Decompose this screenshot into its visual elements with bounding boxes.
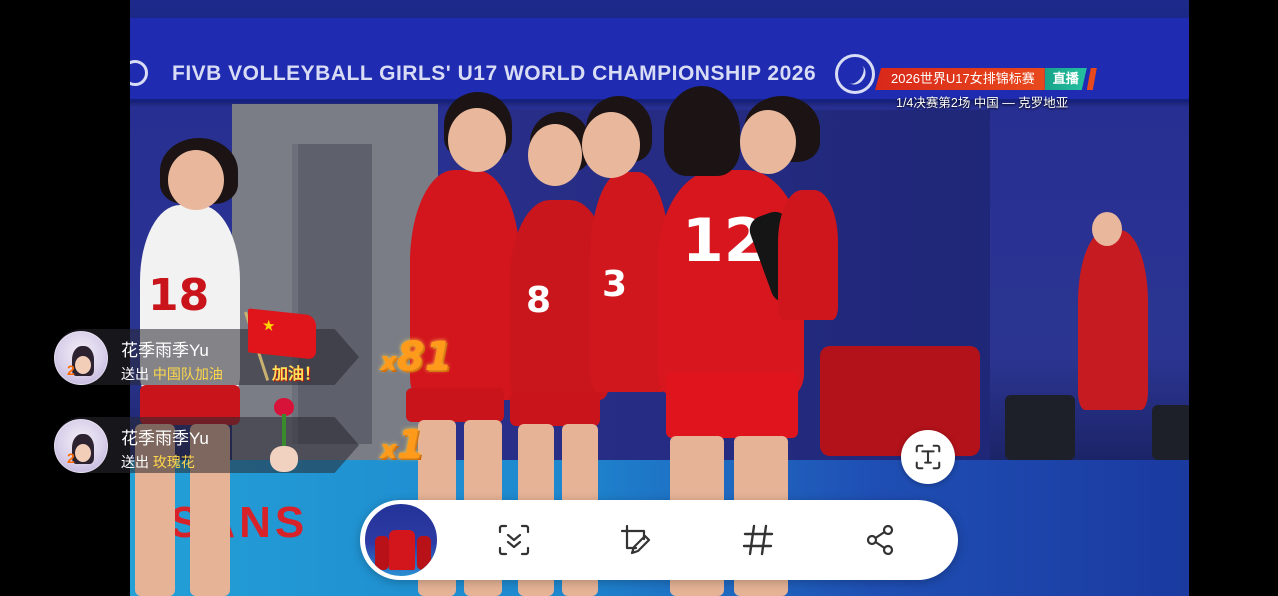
avatar-badge: 2 — [67, 362, 75, 378]
gift-name: 中国队加油 — [152, 366, 223, 382]
hashtag-button[interactable] — [738, 520, 778, 560]
jersey-number: 3 — [602, 264, 628, 305]
live-tag-edge — [1086, 68, 1097, 90]
scroll-capture-button[interactable] — [494, 520, 534, 560]
jersey-number: 18 — [148, 270, 210, 321]
text-recognition-icon — [915, 444, 941, 470]
gift-count: x81 — [380, 334, 452, 380]
share-button[interactable] — [860, 520, 900, 560]
player-hair — [664, 86, 740, 176]
arena-banner-text: FIVB VOLLEYBALL GIRLS' U17 WORLD CHAMPIO… — [172, 62, 817, 85]
gift-action: 送出 — [121, 366, 149, 382]
player-shorts — [406, 388, 504, 422]
edit-crop-icon — [620, 524, 651, 555]
gift-count-prefix: x — [380, 435, 397, 465]
edit-crop-button[interactable] — [616, 520, 656, 560]
scroll-capture-icon — [498, 524, 530, 556]
gift-count-prefix: x — [380, 347, 397, 377]
gift-action: 送出 — [121, 454, 149, 470]
gift-image-label: 加油！ — [272, 366, 321, 383]
fivb-logo-left — [130, 60, 148, 86]
player-head — [740, 110, 796, 174]
screen: FIVB VOLLEYBALL GIRLS' U17 WORLD CHAMPIO… — [0, 0, 1278, 596]
avatar-badge: 2 — [67, 450, 75, 466]
match-info: 1/4决赛第2场 中国 — 克罗地亚 — [896, 96, 1069, 110]
live-event-badge: 2026世界U17女排锦标赛 直播 — [875, 68, 1097, 90]
avatar[interactable]: 2 — [54, 419, 108, 473]
player-red-jersey — [778, 190, 838, 320]
rose-gift-icon — [268, 398, 300, 474]
coach-figure — [1078, 230, 1148, 410]
bench-chair — [1005, 395, 1075, 460]
player-head — [528, 124, 582, 186]
avatar[interactable]: 2 — [54, 331, 108, 385]
player-head — [168, 150, 224, 210]
gift-count: x1 — [380, 422, 425, 468]
gift-count-value: 1 — [396, 422, 425, 468]
screenshot-toolbar — [360, 500, 958, 580]
gift-count-value: 81 — [396, 334, 453, 380]
gift-sender-name: 花季雨季Yu — [121, 429, 209, 448]
fivb-logo — [835, 54, 875, 94]
live-tag: 直播 — [1044, 68, 1087, 90]
gift-description: 送出 玫瑰花 — [121, 452, 195, 472]
player-shorts — [666, 372, 798, 438]
china-flag-gift-icon: ★ 加油！ — [240, 308, 330, 383]
coach-head — [1092, 212, 1122, 246]
gift-description: 送出 中国队加油 — [121, 364, 223, 384]
share-icon — [866, 524, 894, 556]
bench-chair — [1152, 405, 1189, 460]
player-head — [448, 108, 506, 172]
bench-jacket — [820, 346, 980, 456]
gift-sender-name: 花季雨季Yu — [121, 341, 209, 360]
screenshot-thumbnail[interactable] — [362, 501, 440, 579]
gift-name: 玫瑰花 — [152, 454, 195, 470]
hashtag-icon — [742, 524, 774, 556]
jersey-number: 8 — [526, 280, 552, 321]
event-title: 2026世界U17女排锦标赛 — [875, 68, 1045, 90]
gift-message: 2 花季雨季Yu 送出 玫瑰花 — [54, 416, 364, 474]
player-head — [582, 112, 640, 178]
text-recognition-button[interactable] — [901, 430, 955, 484]
player-shorts — [510, 392, 600, 426]
